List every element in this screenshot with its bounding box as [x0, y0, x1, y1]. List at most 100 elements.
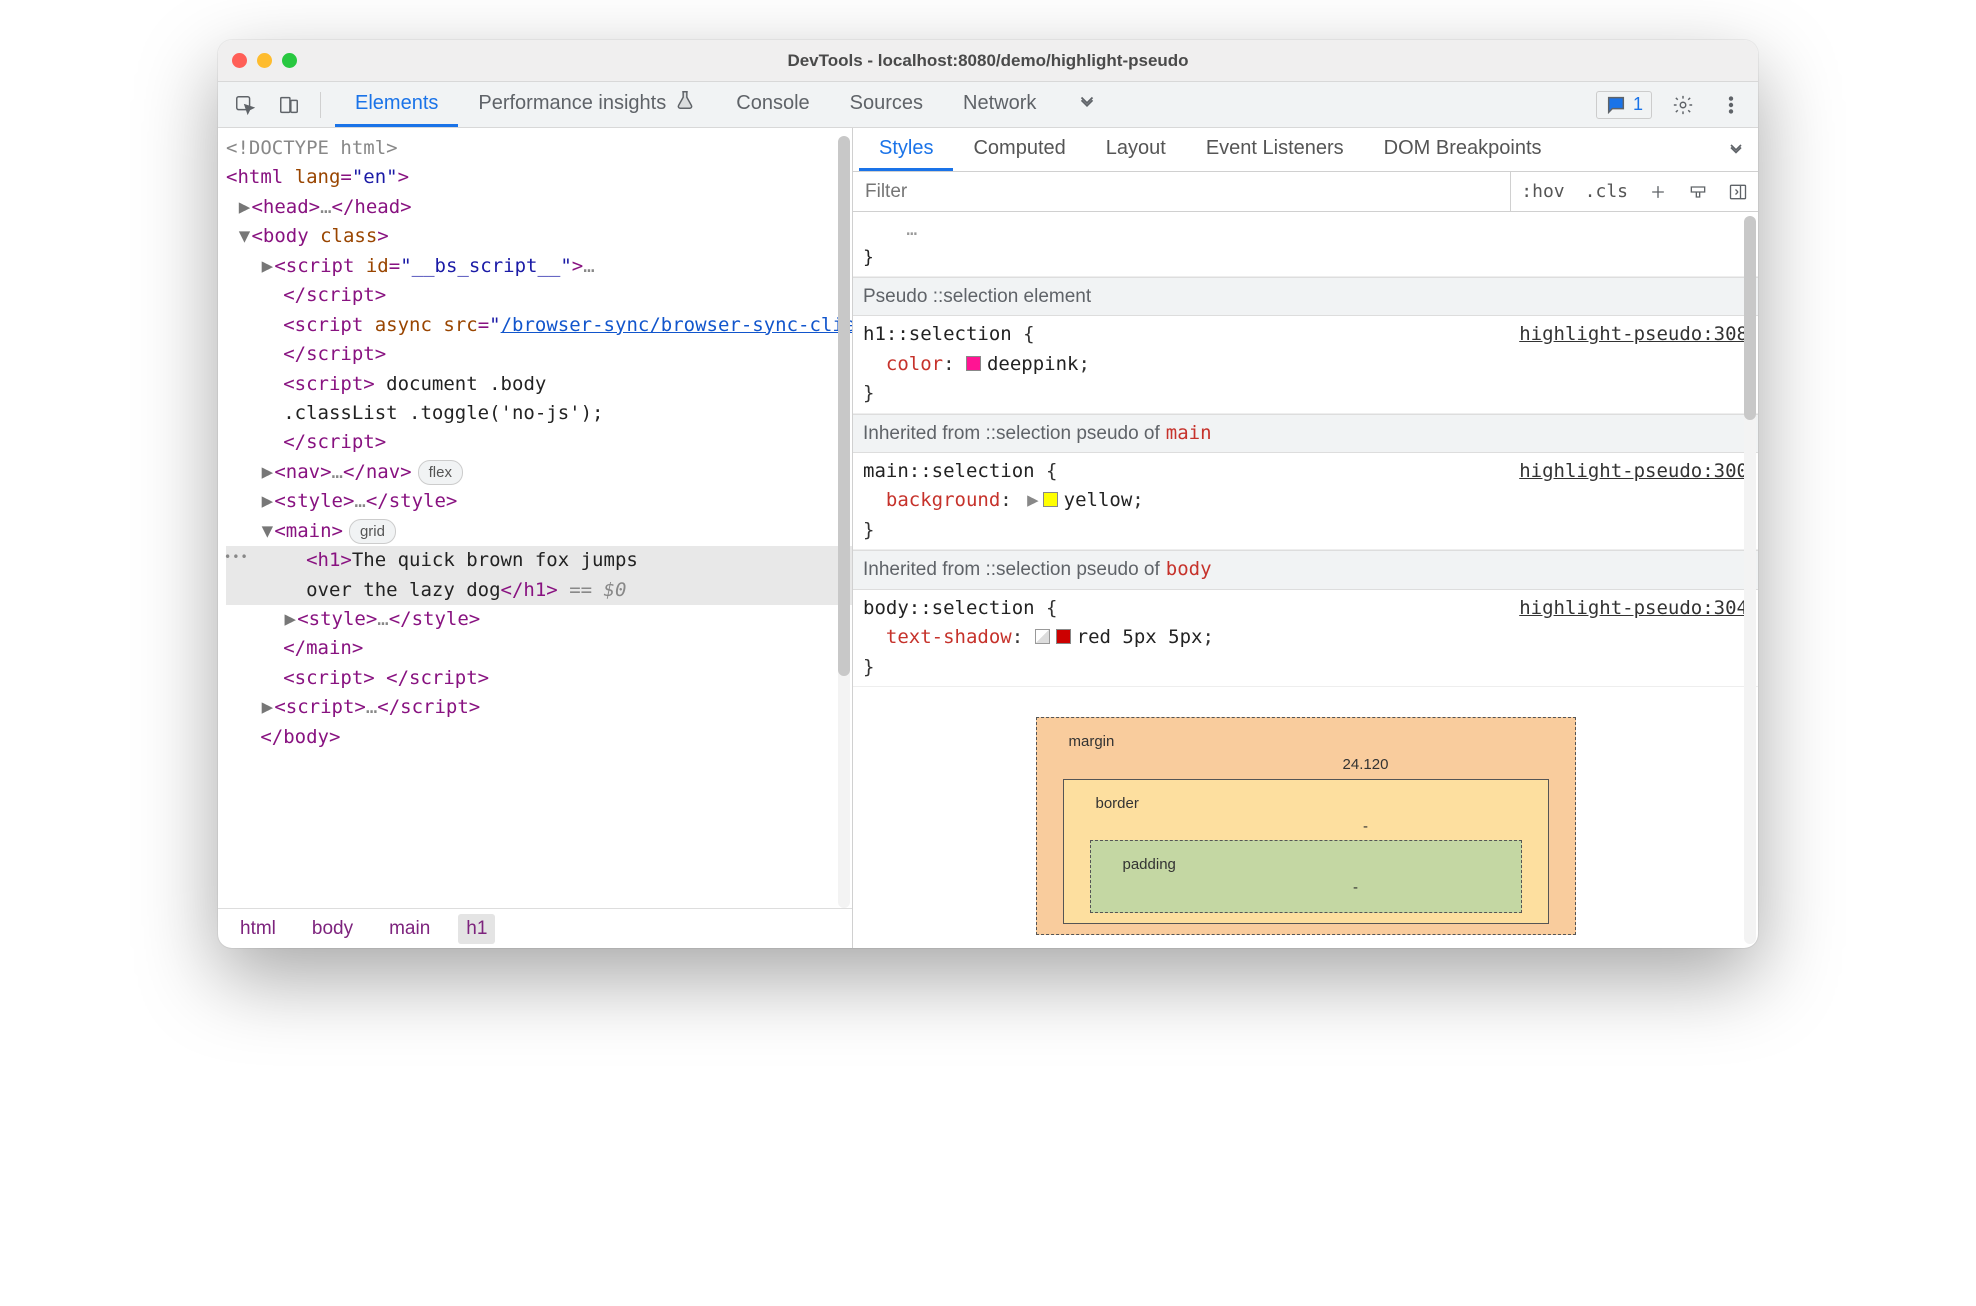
shadow-editor-icon[interactable]	[1035, 629, 1050, 644]
section-pseudo-selection: Pseudo ::selection element	[853, 277, 1758, 316]
titlebar: DevTools - localhost:8080/demo/highlight…	[218, 40, 1758, 82]
dom-script-bs-close: </script>	[226, 281, 852, 310]
styles-scrollbar[interactable]	[1744, 216, 1756, 944]
devtools-toolbar: Elements Performance insights Console So…	[218, 82, 1758, 128]
messages-badge[interactable]: 1	[1596, 91, 1652, 119]
expand-shorthand-icon[interactable]: ▶	[1027, 489, 1038, 511]
dom-script-bs[interactable]: ▶<script id="__bs_script__">…	[226, 252, 852, 281]
tab-network[interactable]: Network	[943, 82, 1056, 127]
tab-layout[interactable]: Layout	[1086, 128, 1186, 171]
dom-style-2[interactable]: ▶<style>…</style>	[226, 605, 852, 634]
dom-nav[interactable]: ▶<nav>…</nav>flex	[226, 458, 852, 487]
styles-tabs-more-icon[interactable]	[1714, 128, 1758, 171]
dom-script-async-close: </script>	[226, 340, 852, 369]
selected-node-marker: == $0	[569, 579, 626, 601]
dom-script-inline-open[interactable]: <script> document .body	[226, 370, 852, 399]
crumb-main[interactable]: main	[381, 914, 438, 944]
close-window-button[interactable]	[232, 53, 247, 68]
dom-h1-selected[interactable]: ••• <h1>The quick brown fox jumps	[226, 546, 852, 575]
minimize-window-button[interactable]	[257, 53, 272, 68]
styles-panel: Styles Computed Layout Event Listeners D…	[853, 128, 1758, 948]
dom-script-async[interactable]: <script async src="/browser-sync/browser…	[226, 311, 852, 340]
brush-icon[interactable]	[1678, 182, 1718, 202]
rule-source-link[interactable]: highlight-pseudo:308	[1519, 320, 1748, 349]
toggle-hov-button[interactable]: :hov	[1511, 181, 1574, 202]
color-swatch-icon[interactable]	[966, 356, 981, 371]
tab-computed[interactable]: Computed	[953, 128, 1085, 171]
scrollbar-thumb[interactable]	[1744, 216, 1756, 420]
elements-panel: <!DOCTYPE html> <html lang="en"> ▶<head>…	[218, 128, 853, 948]
expand-arrow-icon[interactable]: ▶	[260, 693, 274, 722]
scrollbar-thumb[interactable]	[838, 136, 850, 676]
tab-elements[interactable]: Elements	[335, 82, 458, 127]
tab-performance-insights[interactable]: Performance insights	[458, 82, 716, 127]
rule-body-selection[interactable]: highlight-pseudo:304 body::selection { t…	[853, 590, 1758, 687]
section-inherited-body: Inherited from ::selection pseudo of bod…	[853, 550, 1758, 589]
dom-tree[interactable]: <!DOCTYPE html> <html lang="en"> ▶<head>…	[218, 128, 852, 908]
settings-icon[interactable]	[1666, 90, 1700, 120]
tab-label: Performance insights	[478, 92, 666, 115]
expand-arrow-icon[interactable]: ▶	[260, 458, 274, 487]
crumb-html[interactable]: html	[232, 914, 284, 944]
box-model-diagram[interactable]: margin 24.120 border - padding -	[1036, 717, 1576, 935]
script-src-link[interactable]: /browser-sync/browser-sync-client.js?v=2…	[501, 314, 852, 336]
row-actions-icon[interactable]: •••	[224, 548, 249, 567]
expand-arrow-icon[interactable]: ▶	[260, 487, 274, 516]
expand-arrow-icon[interactable]: ▶	[283, 605, 297, 634]
tab-event-listeners[interactable]: Event Listeners	[1186, 128, 1364, 171]
dom-doctype: <!DOCTYPE html>	[226, 134, 852, 163]
rule-main-selection[interactable]: highlight-pseudo:300 main::selection { b…	[853, 453, 1758, 550]
styles-rules[interactable]: …} Pseudo ::selection element highlight-…	[853, 212, 1758, 948]
window-title: DevTools - localhost:8080/demo/highlight…	[218, 51, 1758, 71]
dom-script-inline-2: .classList .toggle('no-js');	[226, 399, 852, 428]
inspect-element-icon[interactable]	[228, 90, 262, 120]
messages-count: 1	[1633, 94, 1643, 115]
section-inherited-main: Inherited from ::selection pseudo of mai…	[853, 414, 1758, 453]
crumb-body[interactable]: body	[304, 914, 361, 944]
window-controls	[232, 53, 297, 68]
styles-filter-input[interactable]	[853, 172, 1511, 211]
dom-script-last[interactable]: ▶<script>…</script>	[226, 693, 852, 722]
dom-head[interactable]: ▶<head>…</head>	[226, 193, 852, 222]
main-panel-tabs: Elements Performance insights Console So…	[335, 82, 1118, 127]
dom-script-inline-close: </script>	[226, 428, 852, 457]
layout-badge-grid[interactable]: grid	[349, 519, 396, 544]
dom-html-open[interactable]: <html lang="en">	[226, 163, 852, 192]
rule-h1-selection[interactable]: highlight-pseudo:308 h1::selection { col…	[853, 316, 1758, 413]
new-style-rule-icon[interactable]	[1638, 182, 1678, 202]
toggle-cls-button[interactable]: .cls	[1575, 181, 1638, 202]
rule-source-link[interactable]: highlight-pseudo:300	[1519, 457, 1748, 486]
color-swatch-icon[interactable]	[1056, 629, 1071, 644]
zoom-window-button[interactable]	[282, 53, 297, 68]
color-swatch-icon[interactable]	[1043, 492, 1058, 507]
layout-badge-flex[interactable]: flex	[418, 460, 463, 485]
styles-panel-tabs: Styles Computed Layout Event Listeners D…	[853, 128, 1758, 172]
dom-main-open[interactable]: ▼<main>grid	[226, 517, 852, 546]
tab-console[interactable]: Console	[716, 82, 829, 127]
elements-scrollbar[interactable]	[838, 136, 850, 908]
dom-body-open[interactable]: ▼<body class>	[226, 222, 852, 251]
dom-style-1[interactable]: ▶<style>…</style>	[226, 487, 852, 516]
collapse-arrow-icon[interactable]: ▼	[260, 517, 274, 546]
truncated-rule-tail: …}	[853, 212, 1758, 277]
expand-arrow-icon[interactable]: ▶	[237, 193, 251, 222]
tab-sources[interactable]: Sources	[830, 82, 943, 127]
crumb-h1[interactable]: h1	[458, 914, 495, 944]
panel-toggle-icon[interactable]	[1718, 182, 1758, 202]
more-menu-icon[interactable]	[1714, 90, 1748, 120]
device-toolbar-icon[interactable]	[272, 90, 306, 120]
rule-source-link[interactable]: highlight-pseudo:304	[1519, 594, 1748, 623]
tab-dom-breakpoints[interactable]: DOM Breakpoints	[1364, 128, 1562, 171]
expand-arrow-icon[interactable]: ▶	[260, 252, 274, 281]
collapse-arrow-icon[interactable]: ▼	[237, 222, 251, 251]
main-split: <!DOCTYPE html> <html lang="en"> ▶<head>…	[218, 128, 1758, 948]
tabs-more-icon[interactable]	[1056, 82, 1118, 127]
dom-main-close: </main>	[226, 634, 852, 663]
dom-h1-selected-line2[interactable]: over the lazy dog</h1> == $0	[226, 576, 852, 605]
dom-script-empty[interactable]: <script> </script>	[226, 664, 852, 693]
flask-icon	[674, 89, 696, 117]
tab-styles[interactable]: Styles	[859, 128, 953, 171]
styles-filter-bar: :hov .cls	[853, 172, 1758, 212]
dom-body-close: </body>	[226, 723, 852, 752]
devtools-window: DevTools - localhost:8080/demo/highlight…	[218, 40, 1758, 948]
